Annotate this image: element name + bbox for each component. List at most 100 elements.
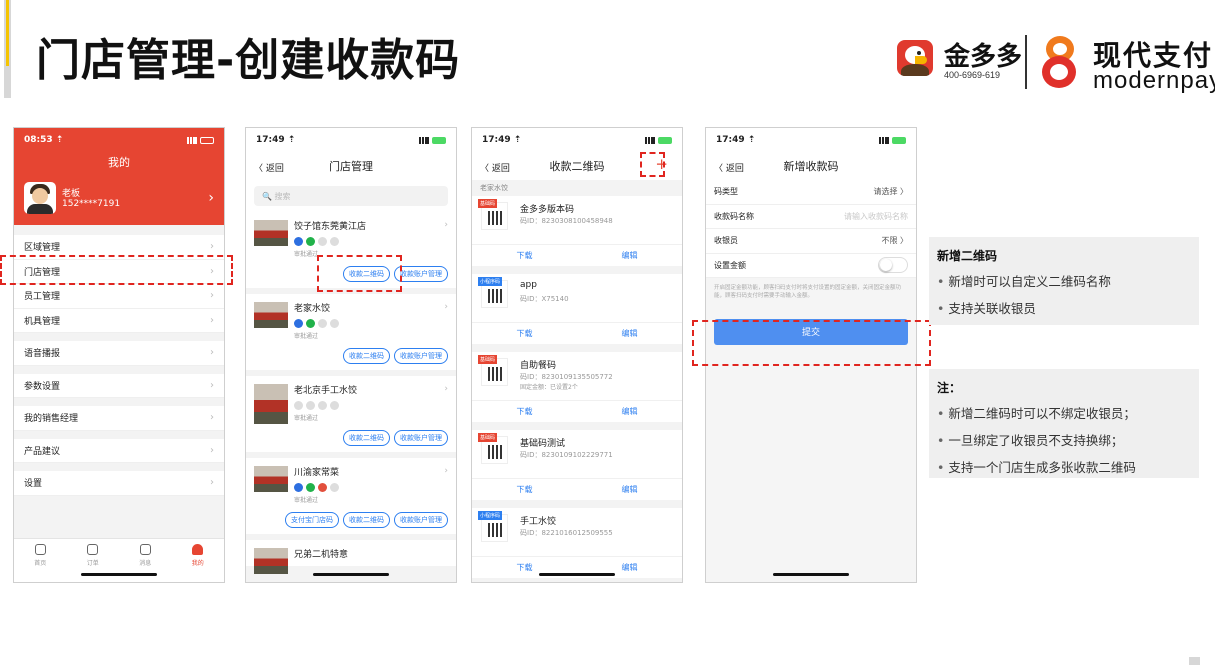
store-card[interactable]: 兄弟二机特意 [246,540,456,574]
wechat-icon [306,237,315,246]
qr-type-badge: 小程序码 [478,511,503,520]
download-button[interactable]: 下载 [517,328,533,339]
menu-item-store[interactable]: 门店管理 › [14,260,224,284]
pay-channel-icon [294,483,303,492]
menu-item-settings[interactable]: 设置 › [14,471,224,496]
jinduoduo-logo-icon [897,40,933,76]
store-card[interactable]: › 老家水饺 审批通过 收款二维码 收款账户管理 [246,294,456,376]
user-phone: 152****7191 [62,199,121,209]
qr-code-item[interactable]: 小程序码 app 码ID：X75140 下载 编辑 [472,274,682,344]
qr-code-item[interactable]: 小程序码 手工水饺 码ID：8221016012509555 下载 编辑 [472,508,682,578]
modernpay-logo-icon [1038,36,1082,88]
chevron-right-icon: › [210,241,214,253]
tab-orders[interactable]: 订单 [73,544,113,582]
download-button[interactable]: 下载 [517,484,533,495]
store-card[interactable]: › 饺子馆东莞黄江店 审批通过 收款二维码 收款账户管理 [246,212,456,294]
chevron-right-icon: › [444,384,448,394]
home-icon [34,544,46,555]
account-manage-button[interactable]: 收款账户管理 [394,430,448,446]
store-name: 川渝家常菜 [294,468,340,478]
menu-item-feedback[interactable]: 产品建议 › [14,439,224,463]
status-bar: 08:53 ⇡ [14,128,224,152]
note-title: 注： [937,381,962,395]
chevron-right-icon: › [210,265,214,277]
menu-item-device[interactable]: 机具管理 › [14,309,224,333]
pay-channel-icon [318,237,327,246]
qr-code-item[interactable]: 基础码 金多多版本码 码ID：8230308100458948 下载 编辑 [472,196,682,266]
edit-button[interactable]: 编辑 [622,250,638,261]
account-manage-button[interactable]: 收款账户管理 [394,512,448,528]
edit-button[interactable]: 编辑 [622,328,638,339]
nav-bar: 〈 返回 收款二维码 + [472,152,682,180]
menu-item-area[interactable]: 区域管理 › [14,235,224,260]
chevron-right-icon: › [210,290,214,302]
alipay-store-code-button[interactable]: 支付宝门店码 [285,512,339,528]
user-icon [192,544,204,555]
fixed-amount-toggle[interactable] [878,257,908,274]
slide-title: 门店管理-创建收款码 [36,35,461,86]
menu-item-voice[interactable]: 语音播报 › [14,341,224,366]
submit-button[interactable]: 提交 [714,318,908,345]
code-name-field[interactable]: 收款码名称 请输入收款码名称 [706,205,916,229]
store-card[interactable]: › 老北京手工水饺 审批通过 收款二维码 收款账户管理 [246,376,456,458]
wechat-icon [306,483,315,492]
qr-code-button[interactable]: 收款二维码 [343,512,390,528]
back-button[interactable]: 〈 返回 [254,161,284,174]
phone-qr-code-list: 17:49 ⇡ 〈 返回 收款二维码 + 老家水饺 基础码 金多多版本码 码ID… [471,127,683,583]
audit-status: 审批通过 [294,251,319,258]
audit-status: 审批通过 [294,497,319,504]
qr-type-badge: 小程序码 [478,277,503,286]
note-new-qr: 新增二维码 新增时可以自定义二维码名称 支持关联收银员 [929,237,1199,325]
modernpay-brand-en: modernpay [1093,67,1215,94]
download-button[interactable]: 下载 [517,250,533,261]
store-name: 饺子馆东莞黄江店 [294,222,367,232]
qr-code-button[interactable]: 收款二维码 [343,430,390,446]
edit-button[interactable]: 编辑 [622,406,638,417]
qr-id: 码ID：8230308100458948 [520,217,613,225]
pay-channel-icon [294,401,303,410]
status-bar: 17:49 ⇡ [472,128,682,152]
qr-name: app [520,280,537,290]
search-input[interactable]: 🔍 搜索 [254,186,448,206]
tab-messages[interactable]: 消息 [125,544,165,582]
download-button[interactable]: 下载 [517,562,533,573]
pay-channel-icon [318,483,327,492]
order-icon [87,544,99,555]
account-manage-button[interactable]: 收款账户管理 [394,348,448,364]
edit-button[interactable]: 编辑 [622,484,638,495]
brand-divider [1025,35,1027,89]
note-remarks: 注： 新增二维码时可以不绑定收银员； 一旦绑定了收银员不支持换绑； 支持一个门店… [929,369,1199,478]
menu-item-sales-manager[interactable]: 我的销售经理 › [14,406,224,431]
download-button[interactable]: 下载 [517,406,533,417]
user-name: 老板 [62,189,81,199]
back-button[interactable]: 〈 返回 [480,161,510,174]
amount-toggle-row: 设置金额 [706,254,916,278]
qr-name: 手工水饺 [520,517,557,527]
back-button[interactable]: 〈 返回 [714,161,744,174]
qr-code-item[interactable]: 基础码 基础码测试 码ID：8230109102229771 下载 编辑 [472,430,682,500]
chevron-right-icon: › [210,477,214,489]
qr-code-item[interactable]: 基础码 自助餐码 码ID：8230109135505772 固定金额：已设置2个… [472,352,682,422]
jinduoduo-hotline: 400-6969-619 [944,70,1001,80]
qr-code-button[interactable]: 收款二维码 [343,348,390,364]
store-photo [254,220,288,246]
chevron-right-icon: › [208,190,214,206]
chevron-right-icon: › [444,466,448,476]
phone-store-management: 17:49 ⇡ 〈 返回 门店管理 🔍 搜索 › 饺子馆东莞黄江店 审批通过 收… [245,127,457,583]
qr-name: 自助餐码 [520,361,557,371]
chevron-right-icon: › [444,220,448,230]
tab-home[interactable]: 首页 [20,544,60,582]
menu-item-staff[interactable]: 员工管理 › [14,284,224,309]
tab-mine[interactable]: 我的 [178,544,218,582]
add-icon[interactable]: + [655,155,668,173]
store-card[interactable]: › 川渝家常菜 审批通过 支付宝门店码 收款二维码 收款账户管理 [246,458,456,540]
code-type-field[interactable]: 码类型 请选择 〉 [706,180,916,205]
phone-my-page: 08:53 ⇡ 我的 老板 152****7191 › 区域管理 › 门店管理 › … [13,127,225,583]
edit-button[interactable]: 编辑 [622,562,638,573]
account-manage-button[interactable]: 收款账户管理 [394,266,448,282]
cashier-field[interactable]: 收银员 不限 〉 [706,229,916,254]
qr-id: 码ID：X75140 [520,295,569,303]
user-card[interactable]: 老板 152****7191 › [14,170,224,220]
menu-item-params[interactable]: 参数设置 › [14,374,224,398]
qr-code-button[interactable]: 收款二维码 [343,266,390,282]
